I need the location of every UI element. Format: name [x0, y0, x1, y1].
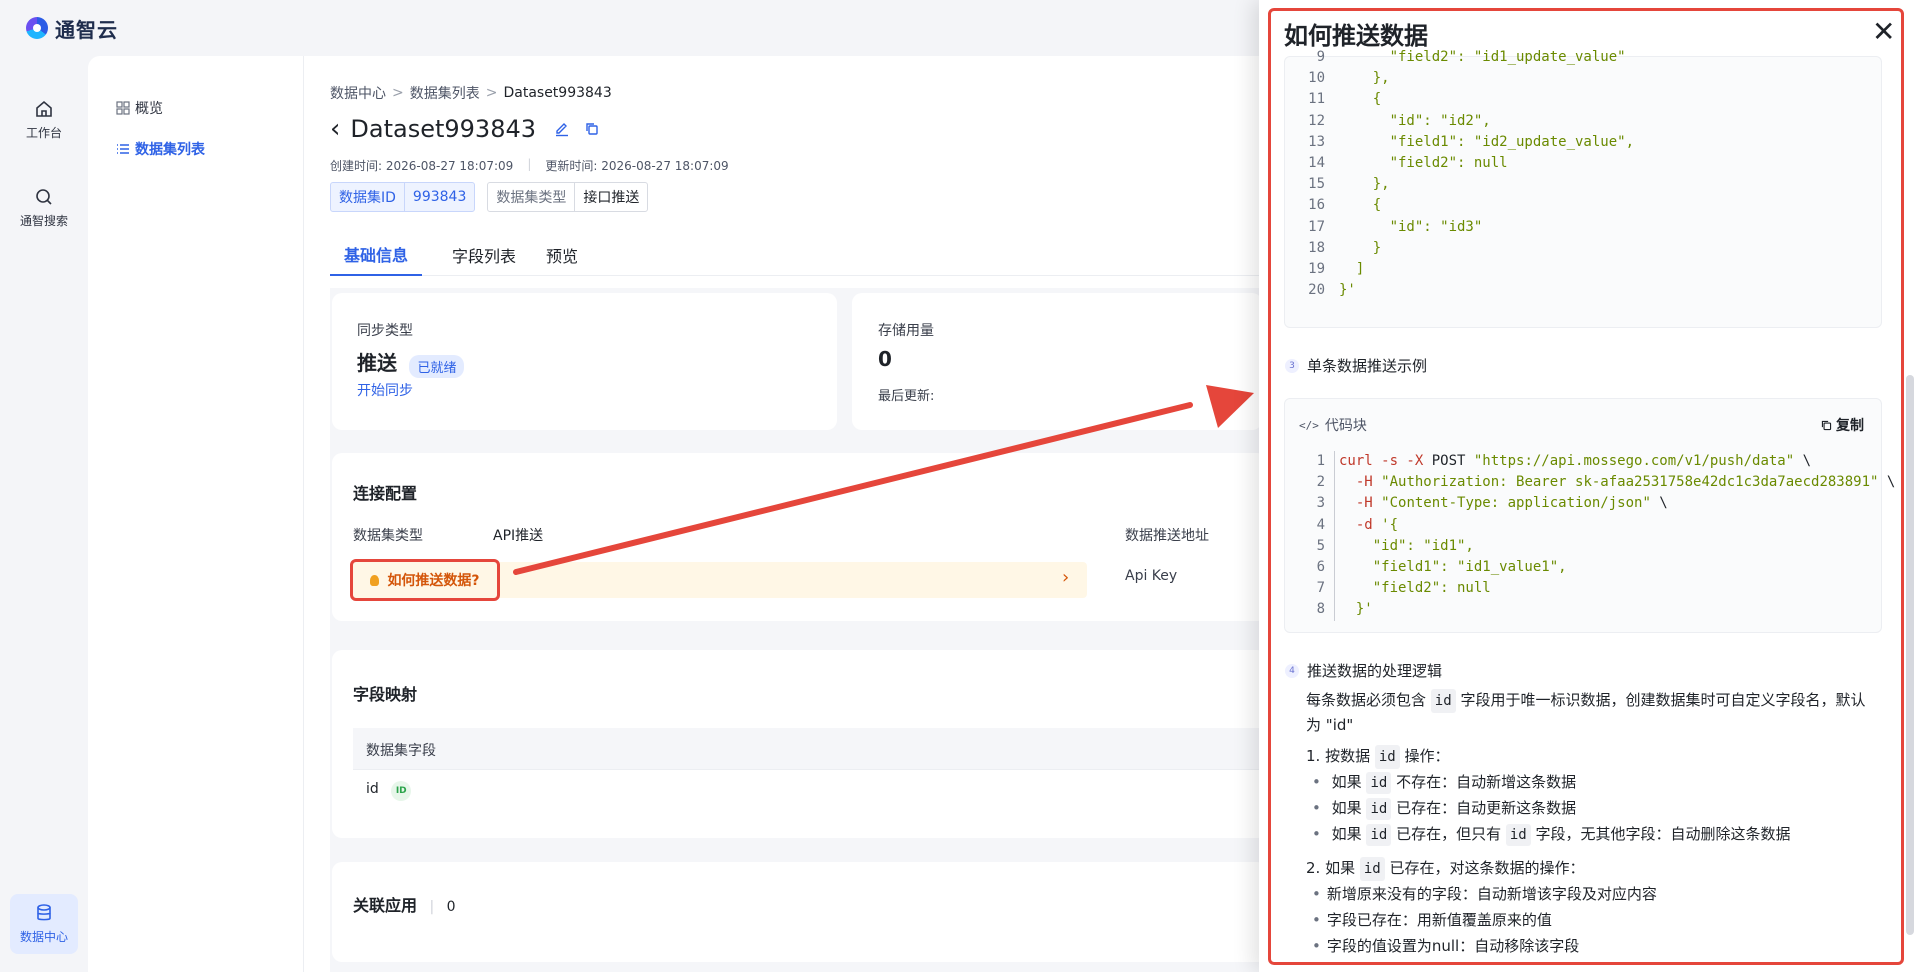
- sync-type-row: 推送 已就绪: [357, 347, 465, 378]
- related-apps-title: 关联应用: [353, 896, 418, 915]
- related-apps-row: 关联应用 | 0: [353, 892, 456, 916]
- brand-logo-icon: [26, 17, 48, 39]
- field-table-header: 数据集字段: [353, 728, 1267, 770]
- updated-time: 更新时间: 2026-08-27 18:07:09: [545, 159, 729, 173]
- push-address-label: 数据推送地址: [1125, 528, 1209, 544]
- dataset-id-value: 993843: [403, 183, 474, 211]
- how-to-push-label: 如何推送数据?: [387, 573, 480, 589]
- breadcrumb-data-center[interactable]: 数据中心: [330, 83, 386, 103]
- start-sync-link[interactable]: 开始同步: [357, 380, 413, 400]
- storage-updated: 最后更新:: [878, 389, 935, 404]
- back-arrow-icon[interactable]: ‹: [330, 114, 340, 144]
- dataset-id-key: 数据集ID: [339, 190, 396, 206]
- grid-icon: [116, 101, 130, 115]
- storage-value: 0: [878, 347, 892, 371]
- list-icon: [117, 144, 129, 154]
- highlight-frame: [1268, 8, 1904, 965]
- breadcrumb-dataset-list[interactable]: 数据集列表: [410, 83, 480, 103]
- page-title: Dataset993843: [350, 115, 537, 143]
- conn-type-value: API推送: [493, 528, 544, 544]
- connection-title: 连接配置: [353, 484, 418, 503]
- breadcrumb-separator: >: [392, 85, 404, 101]
- breadcrumb-separator: >: [485, 85, 498, 101]
- sync-type-label: 同步类型: [357, 323, 413, 339]
- subnav-item-overview[interactable]: 概览: [116, 98, 163, 118]
- edit-icon[interactable]: [554, 121, 570, 137]
- tab-bar: 基础信息 字段列表 预览: [330, 234, 1330, 276]
- copy-icon[interactable]: [584, 121, 600, 137]
- sync-type-value: 推送: [357, 351, 397, 375]
- conn-type-label: 数据集类型: [353, 528, 423, 544]
- dataset-type-key: 数据集类型: [496, 190, 567, 206]
- field-col-header: 数据集字段: [366, 743, 436, 759]
- left-rail: 工作台 通智搜索 数据中心: [0, 56, 88, 972]
- sub-sidebar: 概览 数据集列表: [88, 56, 304, 972]
- chevron-right-icon[interactable]: ›: [1062, 567, 1069, 588]
- breadcrumb: 数据中心 > 数据集列表 > Dataset993843: [330, 83, 612, 103]
- field-mapping-title: 字段映射: [353, 685, 418, 704]
- tab-preview[interactable]: 预览: [546, 234, 578, 276]
- rail-item-label: 通智搜索: [19, 214, 68, 228]
- meta-divider: |: [527, 157, 532, 171]
- search-icon: [36, 189, 52, 205]
- subnav-item-label: 数据集列表: [135, 142, 205, 158]
- created-time: 创建时间: 2026-08-27 18:07:09: [330, 159, 514, 173]
- breadcrumb-current: Dataset993843: [503, 85, 612, 101]
- bulb-icon: [370, 574, 380, 586]
- field-mapping-card: 字段映射 数据集字段 id ID: [332, 650, 1267, 838]
- brand-name: 通智云: [55, 17, 118, 42]
- storage-card: 存储用量 0 最后更新:: [852, 293, 1262, 430]
- status-badge: 已就绪: [409, 354, 465, 378]
- how-to-push-button[interactable]: 如何推送数据?: [350, 559, 500, 601]
- database-icon: [37, 904, 51, 921]
- related-apps-count: 0: [446, 899, 456, 915]
- dataset-meta: 创建时间: 2026-08-27 18:07:09 | 更新时间: 2026-0…: [330, 157, 729, 174]
- api-key-label: Api Key: [1125, 568, 1178, 584]
- title-row: ‹ Dataset993843: [330, 114, 614, 144]
- sync-card: 同步类型 推送 已就绪 开始同步: [332, 293, 837, 430]
- table-row: id ID: [366, 781, 412, 801]
- rail-item-data-center[interactable]: 数据中心: [10, 894, 78, 954]
- subnav-item-label: 概览: [135, 101, 163, 117]
- rail-item-label: 数据中心: [19, 930, 68, 944]
- related-apps-card: 关联应用 | 0: [332, 862, 1267, 962]
- dataset-type-tag: 数据集类型 接口推送: [487, 182, 649, 212]
- dataset-id-tag[interactable]: 数据集ID 993843: [330, 182, 476, 212]
- tab-basic-info[interactable]: 基础信息: [330, 234, 423, 276]
- id-badge: ID: [391, 781, 412, 801]
- dataset-tags: 数据集ID 993843 数据集类型 接口推送: [330, 182, 649, 212]
- divider: |: [429, 899, 435, 915]
- home-icon: [36, 100, 52, 117]
- dataset-type-value: 接口推送: [574, 183, 647, 211]
- rail-item-label: 工作台: [25, 126, 62, 140]
- field-name: id: [366, 781, 379, 797]
- rail-item-workbench[interactable]: 工作台: [10, 90, 78, 150]
- tab-field-list[interactable]: 字段列表: [452, 234, 516, 276]
- rail-item-search[interactable]: 通智搜索: [10, 178, 78, 238]
- drawer-scrollbar[interactable]: [1906, 375, 1914, 935]
- storage-label: 存储用量: [878, 323, 934, 339]
- subnav-item-dataset-list[interactable]: 数据集列表: [116, 139, 205, 159]
